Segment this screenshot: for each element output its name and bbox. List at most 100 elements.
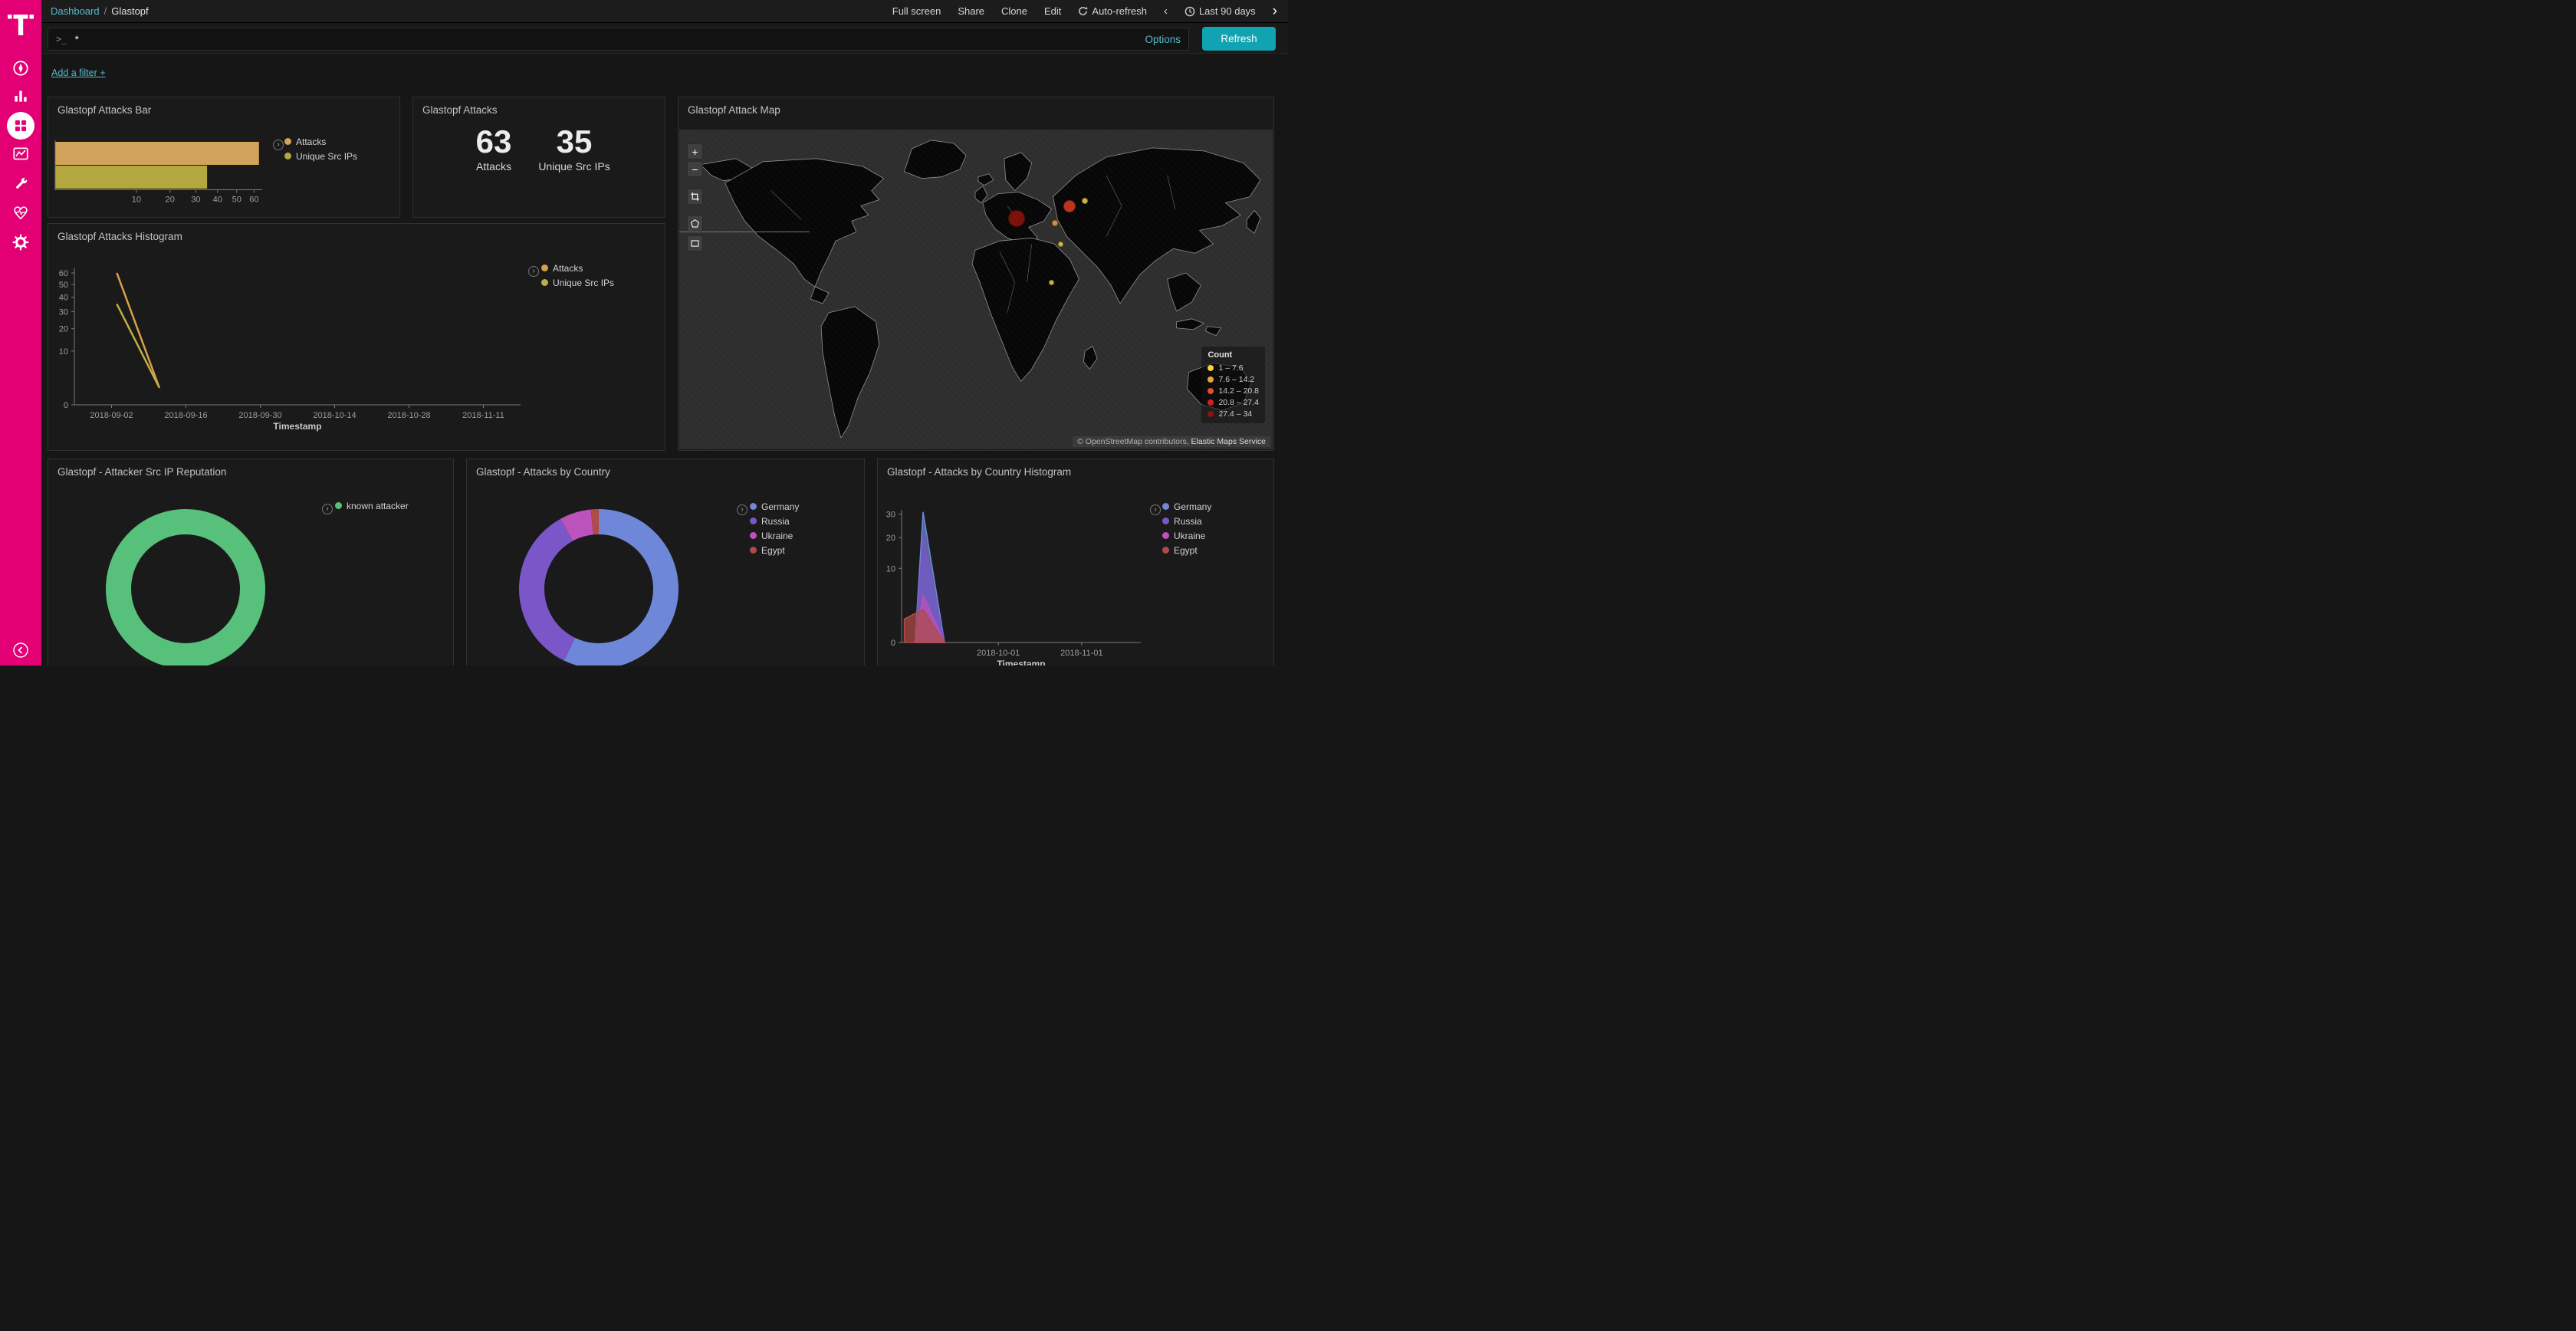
- panel-glastopf-attacks-histogram: Glastopf Attacks Histogram 0102030405060…: [48, 223, 665, 451]
- sidebar-collapse-button[interactable]: [12, 641, 30, 659]
- legend-item[interactable]: Russia: [1162, 514, 1211, 528]
- legend-item[interactable]: Egypt: [750, 543, 799, 557]
- svg-text:2018-09-02: 2018-09-02: [90, 411, 133, 420]
- refresh-button[interactable]: Refresh: [1202, 27, 1276, 51]
- svg-text:2018-09-30: 2018-09-30: [238, 411, 281, 420]
- polygon-select-button[interactable]: [687, 215, 703, 232]
- legend-expand-icon[interactable]: ›: [528, 266, 539, 277]
- legend-item[interactable]: Attacks: [284, 134, 357, 149]
- legend-expand-icon[interactable]: ›: [322, 504, 333, 514]
- query-input-box[interactable]: >_ Options: [48, 28, 1189, 51]
- legend-expand-icon[interactable]: ›: [737, 504, 748, 515]
- kibana-dashboard-page: Dashboard / Glastopf Full screen Share C…: [0, 0, 1288, 666]
- legend-dot: [1208, 388, 1214, 394]
- attack-location-point[interactable]: [1058, 242, 1063, 247]
- time-back-button[interactable]: ‹: [1164, 5, 1168, 18]
- edit-button[interactable]: Edit: [1044, 5, 1061, 17]
- svg-text:2018-11-11: 2018-11-11: [462, 411, 504, 420]
- crop-tool-button[interactable]: [687, 189, 703, 205]
- compass-icon: [12, 59, 30, 77]
- panel-title: Glastopf Attack Map: [678, 97, 1273, 116]
- share-button[interactable]: Share: [958, 5, 984, 17]
- svg-text:2018-10-01: 2018-10-01: [977, 649, 1020, 658]
- breadcrumb-separator: /: [104, 5, 107, 17]
- legend-item[interactable]: Ukraine: [1162, 528, 1211, 543]
- attack-map-points: [679, 130, 1273, 449]
- zoom-out-button[interactable]: −: [687, 161, 703, 177]
- auto-refresh-button[interactable]: Auto-refresh: [1078, 5, 1147, 17]
- legend-item[interactable]: Attacks: [541, 261, 614, 275]
- query-options-link[interactable]: Options: [1145, 34, 1181, 45]
- dashboard-grid-icon: [12, 117, 30, 135]
- legend-item[interactable]: Ukraine: [750, 528, 799, 543]
- time-forward-button[interactable]: ›: [1273, 3, 1277, 20]
- zoom-in-button[interactable]: +: [687, 143, 703, 159]
- breadcrumb-dashboard-link[interactable]: Dashboard: [51, 5, 100, 17]
- search-query-input[interactable]: [74, 33, 1145, 45]
- attack-location-point[interactable]: [1052, 220, 1058, 226]
- map-legend-row: 14.2 – 20.8: [1208, 385, 1259, 396]
- time-range-picker[interactable]: Last 90 days: [1184, 5, 1256, 17]
- legend-expand-icon[interactable]: ›: [1150, 504, 1161, 515]
- legend-dot: [1162, 503, 1169, 510]
- svg-text:40: 40: [59, 294, 68, 303]
- sidebar-item-dev-tools[interactable]: [7, 170, 34, 198]
- add-filter-link[interactable]: Add a filter +: [51, 67, 106, 78]
- legend-item[interactable]: Unique Src IPs: [284, 149, 357, 163]
- metric-unique-src-ips: 35 Unique Src IPs: [528, 125, 620, 173]
- svg-text:Timestamp: Timestamp: [273, 421, 321, 432]
- svg-text:10: 10: [886, 564, 895, 573]
- sidebar-item-discover[interactable]: [7, 54, 34, 82]
- full-screen-button[interactable]: Full screen: [892, 5, 941, 17]
- legend-item[interactable]: known attacker: [335, 498, 409, 513]
- legend-expand-icon[interactable]: ›: [273, 140, 284, 150]
- sidebar-item-dashboard[interactable]: [7, 112, 34, 140]
- panel-title: Glastopf Attacks Bar: [48, 97, 399, 116]
- legend-dot: [1162, 532, 1169, 539]
- panel-title: Glastopf Attacks: [413, 97, 665, 116]
- breadcrumb: Dashboard / Glastopf: [51, 5, 149, 17]
- legend: known attacker: [335, 498, 409, 513]
- heartbeat-icon: [12, 203, 30, 222]
- sidebar-item-management[interactable]: [7, 228, 34, 256]
- app-sidebar: [0, 0, 41, 666]
- svg-text:60: 60: [59, 269, 68, 278]
- legend-dot: [750, 503, 757, 510]
- map-attribution: © OpenStreetMap contributors, Elastic Ma…: [1073, 436, 1270, 447]
- panel-attacks-by-country: Glastopf - Attacks by Country › Germany …: [466, 458, 865, 666]
- legend-item[interactable]: Germany: [1162, 499, 1211, 514]
- attack-location-point[interactable]: [1063, 200, 1076, 212]
- legend-item[interactable]: Germany: [750, 499, 799, 514]
- legend-dot: [335, 502, 342, 509]
- legend-dot: [284, 153, 291, 159]
- legend-dot: [541, 265, 548, 271]
- svg-text:30: 30: [59, 307, 68, 317]
- panel-glastopf-attacks-metric: Glastopf Attacks 63 Attacks 35 Unique Sr…: [412, 97, 665, 218]
- legend-dot: [1208, 411, 1214, 417]
- attack-location-point[interactable]: [1082, 198, 1088, 204]
- svg-text:Timestamp: Timestamp: [997, 659, 1045, 666]
- world-map[interactable]: + − Count 1 – 7.6 7.6 – 14.2 14.2 – 20.8…: [679, 130, 1273, 449]
- svg-text:20: 20: [59, 325, 68, 334]
- sidebar-item-monitoring[interactable]: [7, 199, 34, 226]
- legend-item[interactable]: Unique Src IPs: [541, 275, 614, 290]
- rectangle-select-button[interactable]: [687, 235, 703, 251]
- legend-item[interactable]: Egypt: [1162, 543, 1211, 557]
- legend-dot: [1208, 399, 1214, 406]
- legend-item[interactable]: Russia: [750, 514, 799, 528]
- attack-location-point[interactable]: [1049, 280, 1054, 285]
- attack-location-point[interactable]: [1008, 210, 1025, 227]
- sidebar-item-timelion[interactable]: [7, 140, 34, 168]
- sidebar-item-visualize[interactable]: [7, 82, 34, 110]
- legend-dot: [541, 279, 548, 286]
- clone-button[interactable]: Clone: [1001, 5, 1027, 17]
- legend: Attacks Unique Src IPs: [284, 134, 357, 163]
- svg-text:2018-10-28: 2018-10-28: [387, 411, 430, 420]
- svg-text:0: 0: [891, 639, 895, 648]
- metric-attacks: 63 Attacks: [455, 125, 532, 173]
- svg-text:2018-10-14: 2018-10-14: [313, 411, 356, 420]
- map-attribution-service: Elastic Maps Service: [1191, 437, 1266, 446]
- topbar-actions: Full screen Share Clone Edit Auto-refres…: [892, 3, 1277, 20]
- telekom-t-logo[interactable]: [7, 9, 34, 37]
- legend: Attacks Unique Src IPs: [541, 261, 614, 290]
